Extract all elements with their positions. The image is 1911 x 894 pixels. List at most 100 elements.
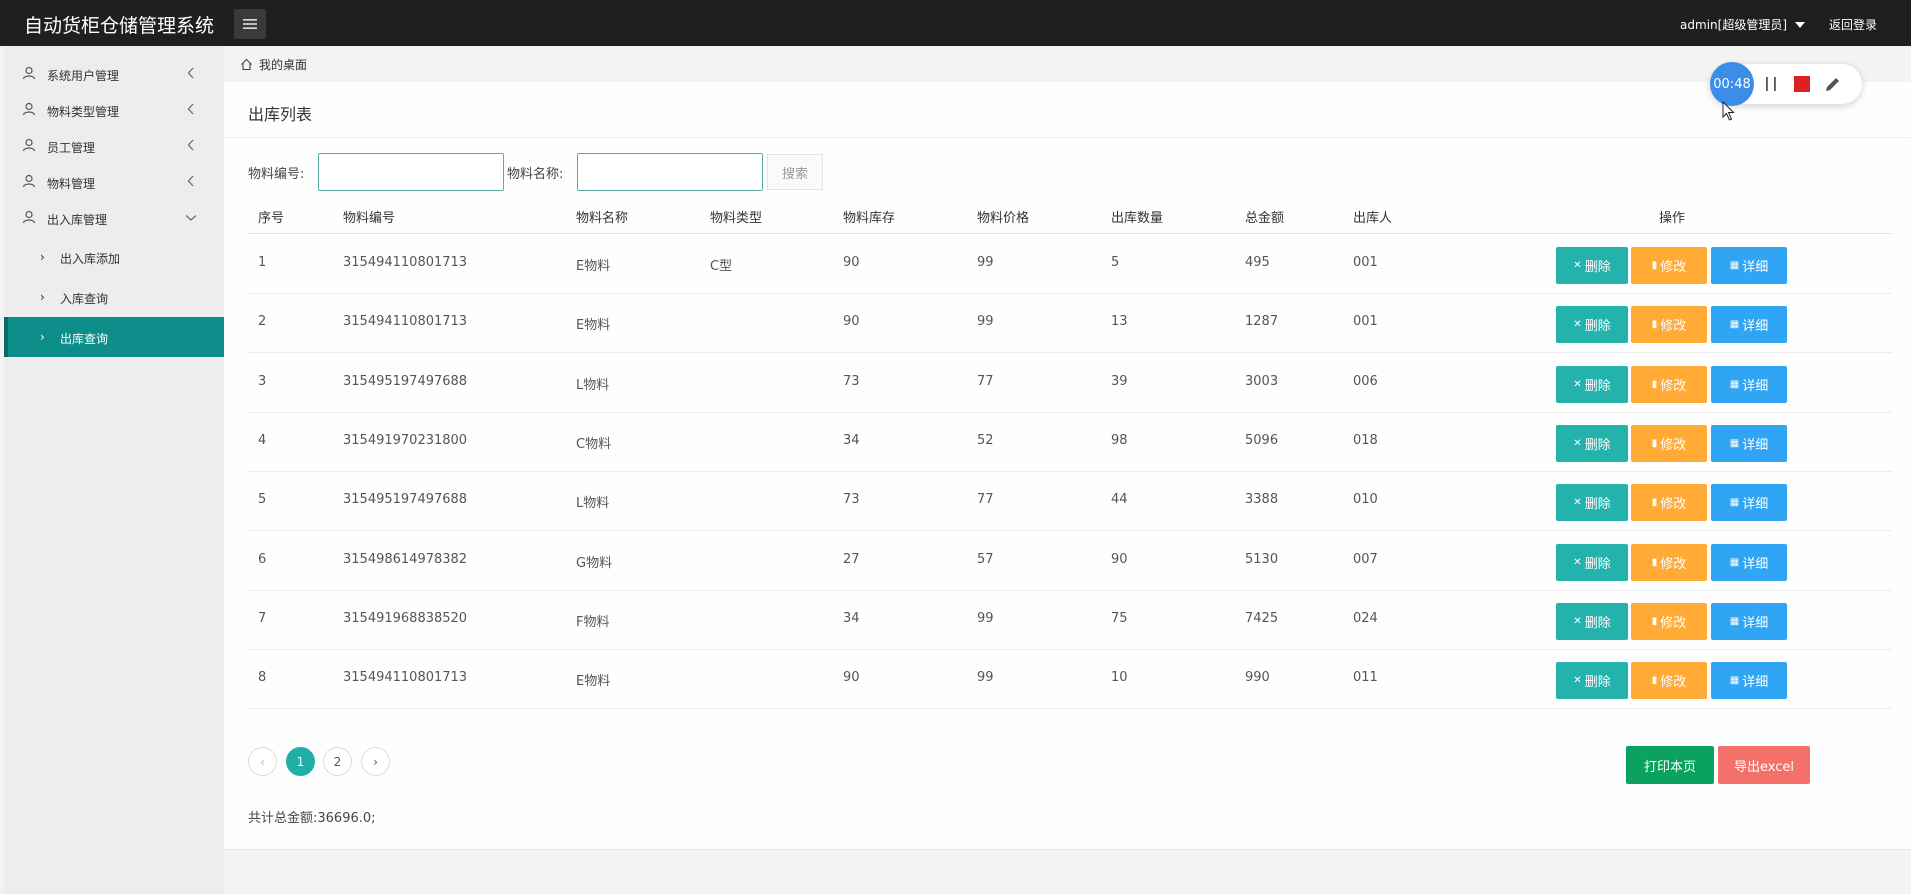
table-cell: 315494110801713 <box>343 314 468 330</box>
delete-button[interactable]: ✕ 删除 <box>1556 247 1628 284</box>
stop-icon[interactable] <box>1794 76 1810 92</box>
delete-button[interactable]: ✕ 删除 <box>1556 306 1628 344</box>
close-icon: ✕ <box>1573 615 1582 627</box>
sidebar-item-employees[interactable]: 员工管理 <box>4 128 224 164</box>
close-icon: ✕ <box>1573 437 1582 449</box>
edit-button[interactable]: ▮ 修改 <box>1631 484 1707 522</box>
detail-button[interactable]: ▦ 详细 <box>1711 602 1787 640</box>
detail-button[interactable]: ▦ 详细 <box>1711 424 1787 462</box>
delete-button-label: 删除 <box>1584 497 1611 513</box>
user-icon <box>22 102 36 116</box>
edit-button[interactable]: ▮ 修改 <box>1631 602 1707 640</box>
sidebar-item-system-users[interactable]: 系统用户管理 <box>4 56 224 92</box>
sidebar-item-label: 系统用户管理 <box>47 69 120 83</box>
edit-button-label: 修改 <box>1660 437 1687 453</box>
pagination-page-1[interactable]: 1 <box>286 747 315 776</box>
edit-button[interactable]: ▮ 修改 <box>1631 662 1707 700</box>
pagination-prev[interactable]: ‹ <box>248 747 277 776</box>
table-cell: 5 <box>1111 255 1120 270</box>
pause-icon[interactable] <box>1764 76 1778 92</box>
table-cell: 5 <box>258 492 267 508</box>
table-cell: 3388 <box>1245 492 1279 508</box>
grid-icon: ▦ <box>1729 437 1740 449</box>
file-icon: ▮ <box>1651 556 1658 568</box>
material-code-input[interactable] <box>318 153 504 191</box>
detail-button[interactable]: ▦ 详细 <box>1711 543 1787 581</box>
table-cell: L物料 <box>576 377 610 393</box>
sidebar-subitem-inbound-query[interactable]: › 入库查询 <box>4 277 224 317</box>
table-cell: 5096 <box>1245 432 1279 448</box>
grid-icon: ▦ <box>1729 556 1740 568</box>
grid-icon: ▦ <box>1729 615 1740 627</box>
table-cell: 77 <box>977 373 994 389</box>
user-menu[interactable]: admin[超级管理员] <box>1680 16 1805 33</box>
chevron-left-icon <box>187 175 194 187</box>
detail-button[interactable]: ▦ 详细 <box>1711 662 1787 700</box>
delete-button[interactable]: ✕ 删除 <box>1556 365 1628 403</box>
pagination-page-2[interactable]: 2 <box>323 747 352 776</box>
column-header: 物料库存 <box>843 211 896 226</box>
table-cell: 010 <box>1353 492 1378 508</box>
table-cell: E物料 <box>576 259 611 274</box>
file-icon: ▮ <box>1651 675 1658 687</box>
edit-button[interactable]: ▮ 修改 <box>1631 365 1707 403</box>
breadcrumb-home[interactable]: 我的桌面 <box>259 56 307 73</box>
table-row: 4 315491970231800 C物料 34 52 98 5096 018 ✕ 删除 ▮ 修改 ▦ 详… <box>248 413 1892 472</box>
table-cell: E物料 <box>576 318 611 334</box>
table-cell: F物料 <box>576 614 610 630</box>
table-cell: 4 <box>258 432 267 448</box>
edit-button[interactable]: ▮ 修改 <box>1631 543 1707 581</box>
delete-button[interactable]: ✕ 删除 <box>1556 424 1628 462</box>
material-name-input[interactable] <box>577 153 763 191</box>
table-row: 1 315494110801713 E物料 C型 90 99 5 495 001 ✕ 删除 ▮ 修改 ▦ 详… <box>248 235 1892 294</box>
table-cell: 990 <box>1245 670 1270 686</box>
detail-button-label: 详细 <box>1742 319 1769 335</box>
logout-link[interactable]: 返回登录 <box>1829 16 1877 33</box>
user-name: admin[超级管理员] <box>1680 18 1787 32</box>
delete-button-label: 删除 <box>1584 437 1611 453</box>
pagination-next[interactable]: › <box>361 747 390 776</box>
search-button[interactable]: 搜索 <box>767 154 823 190</box>
column-header: 物料类型 <box>710 211 763 226</box>
edit-button[interactable]: ▮ 修改 <box>1631 247 1707 284</box>
table-cell: 7425 <box>1245 610 1279 626</box>
detail-button[interactable]: ▦ 详细 <box>1711 365 1787 403</box>
table-cell: G物料 <box>576 555 613 571</box>
export-excel-button[interactable]: 导出excel <box>1718 746 1810 784</box>
edit-button[interactable]: ▮ 修改 <box>1631 424 1707 462</box>
edit-button[interactable]: ▮ 修改 <box>1631 306 1707 344</box>
sidebar-item-stock-io[interactable]: 出入库管理 <box>4 200 224 236</box>
recorder-timer: 00:48 <box>1710 62 1754 106</box>
table-cell: 90 <box>1111 551 1128 567</box>
menu-toggle-button[interactable] <box>234 9 266 39</box>
sidebar-subitem-stock-add[interactable]: › 出入库添加 <box>4 237 224 277</box>
table-cell: 5130 <box>1245 551 1279 567</box>
detail-button[interactable]: ▦ 详细 <box>1711 306 1787 344</box>
user-icon <box>22 174 36 188</box>
pen-icon[interactable] <box>1824 75 1842 93</box>
column-header: 物料名称 <box>576 211 629 226</box>
delete-button[interactable]: ✕ 删除 <box>1556 484 1628 522</box>
sidebar-subitem-outbound-query[interactable]: › 出库查询 <box>4 317 224 357</box>
print-page-button[interactable]: 打印本页 <box>1626 746 1714 784</box>
delete-button-label: 删除 <box>1584 260 1611 275</box>
delete-button[interactable]: ✕ 删除 <box>1556 543 1628 581</box>
table-cell: 52 <box>977 432 994 448</box>
sidebar-item-material-types[interactable]: 物料类型管理 <box>4 92 224 128</box>
detail-button[interactable]: ▦ 详细 <box>1711 484 1787 522</box>
table-cell: 8 <box>258 670 267 686</box>
detail-button-label: 详细 <box>1742 437 1769 453</box>
delete-button[interactable]: ✕ 删除 <box>1556 662 1628 700</box>
file-icon: ▮ <box>1651 615 1658 627</box>
table-cell: 315495197497688 <box>343 492 468 508</box>
table-cell: 77 <box>977 492 994 508</box>
sidebar-item-label: 物料管理 <box>47 177 96 191</box>
sidebar-item-materials[interactable]: 物料管理 <box>4 164 224 200</box>
table-cell: L物料 <box>576 496 610 512</box>
file-icon: ▮ <box>1651 497 1658 509</box>
table-cell: 315491968838520 <box>343 610 468 626</box>
detail-button[interactable]: ▦ 详细 <box>1711 247 1787 284</box>
chevron-left-icon <box>187 139 194 151</box>
delete-button[interactable]: ✕ 删除 <box>1556 602 1628 640</box>
delete-button-label: 删除 <box>1584 675 1611 691</box>
